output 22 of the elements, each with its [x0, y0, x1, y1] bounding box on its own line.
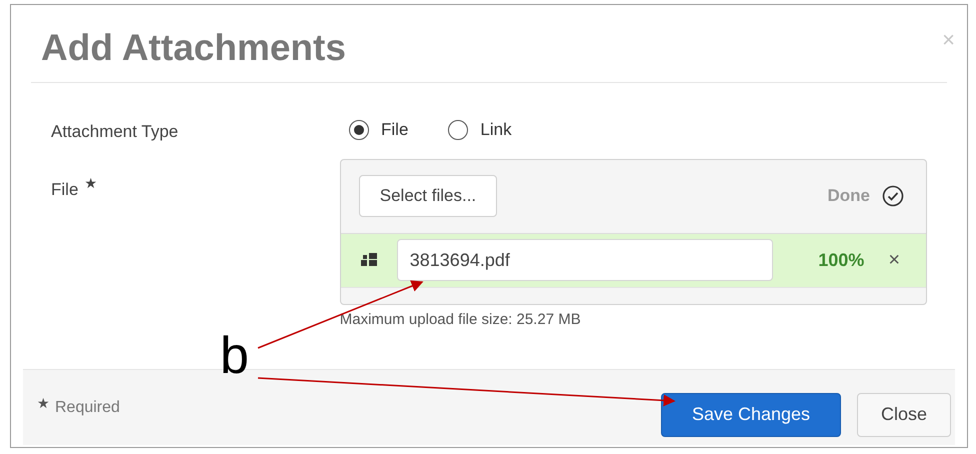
annotation-letter: b — [220, 330, 249, 382]
field-label: Attachment Type — [51, 121, 180, 143]
upload-hint: Maximum upload file size: 25.27 MB — [340, 310, 582, 330]
radio-label: Link — [480, 119, 512, 141]
upload-percent: 100% — [818, 248, 864, 272]
radio-option[interactable]: File — [349, 117, 408, 142]
radio-option[interactable]: Link — [448, 117, 512, 142]
check-circle-icon — [882, 185, 904, 207]
field-label: File — [51, 178, 78, 200]
close-button[interactable]: Close — [857, 392, 951, 436]
select-files-button[interactable]: Select files... — [358, 175, 498, 217]
required-note: Required — [55, 398, 120, 418]
radio-button[interactable] — [349, 120, 369, 140]
required-mark: ★ — [84, 174, 98, 192]
upload-status: Done — [828, 185, 870, 208]
radio-button[interactable] — [448, 120, 468, 140]
required-mark: ★ — [37, 394, 50, 412]
file-name-field[interactable]: 3813694.pdf — [396, 239, 773, 281]
save-button[interactable]: Save Changes — [661, 392, 841, 436]
radio-label: File — [381, 119, 408, 141]
file-type-icon — [360, 253, 377, 267]
dialog-title: Add Attachments — [41, 29, 346, 66]
